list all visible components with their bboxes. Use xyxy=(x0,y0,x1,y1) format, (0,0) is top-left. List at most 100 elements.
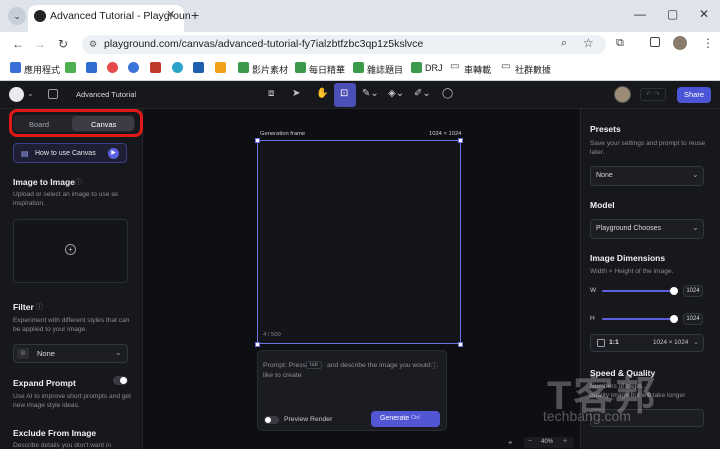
bookmark-folder-car[interactable]: 車轉載 xyxy=(464,63,491,76)
bookmark-favicon-icon[interactable] xyxy=(172,62,183,73)
toggle-knob xyxy=(265,417,271,423)
prompt-placeholder-c[interactable]: like to create xyxy=(263,372,302,379)
folder-icon: ▭ xyxy=(501,61,511,72)
pen-tool-icon[interactable]: ✐⌄ xyxy=(414,88,431,99)
bookmark-favicon-icon[interactable] xyxy=(150,62,161,73)
exclude-desc: Describe details you don't want in xyxy=(13,442,112,449)
sidebar-toggle-icon[interactable] xyxy=(650,37,660,47)
edit-frame-icon[interactable]: ⧈ xyxy=(268,88,274,99)
panel-toggle-icon[interactable] xyxy=(48,89,58,99)
filter-select[interactable] xyxy=(13,344,128,363)
info-icon[interactable]: ⓘ xyxy=(75,177,82,187)
browser-menu-icon[interactable]: ⋮ xyxy=(702,36,714,50)
resize-handle[interactable] xyxy=(255,138,260,143)
reload-icon[interactable]: ↻ xyxy=(58,37,68,51)
chevron-down-icon: ⌄ xyxy=(115,348,122,357)
bookmark-favicon-icon[interactable] xyxy=(215,62,226,73)
expand-prompt-title: Expand Prompt xyxy=(13,378,76,388)
bookmark-magazine[interactable]: 雜誌題目 xyxy=(367,63,403,76)
undo-redo-group[interactable]: ↶ ↷ xyxy=(640,88,666,101)
no-filter-icon: ⊘ xyxy=(17,348,29,359)
zoom-out-button[interactable]: − xyxy=(528,438,532,445)
zoom-in-button[interactable]: + xyxy=(563,438,567,445)
info-icon[interactable]: ⓘ xyxy=(431,361,438,371)
back-arrow-icon[interactable]: ← xyxy=(12,37,24,51)
exclude-title: Exclude From Image xyxy=(13,428,97,438)
prompt-placeholder-a[interactable]: Prompt: Press xyxy=(263,362,306,369)
bookmark-favicon-icon[interactable] xyxy=(411,62,422,73)
prompt-placeholder-b[interactable]: and describe the image you would xyxy=(327,362,430,369)
profile-avatar[interactable] xyxy=(673,36,687,50)
close-window-button[interactable]: ✕ xyxy=(699,7,709,21)
logo-chevron-icon[interactable]: ⌄ xyxy=(27,89,34,98)
presets-value: None xyxy=(596,172,613,179)
expand-prompt-desc: Use AI to improve short prompts and get … xyxy=(13,393,132,409)
tab-close-icon[interactable]: ✕ xyxy=(166,8,175,21)
model-title: Model xyxy=(590,200,615,210)
maximize-button[interactable]: ▢ xyxy=(667,7,678,21)
bookmark-favicon-icon[interactable] xyxy=(193,62,204,73)
project-title[interactable]: Advanced Tutorial xyxy=(76,90,136,99)
height-slider-fill xyxy=(602,318,674,320)
zoom-icon[interactable]: ⌕ xyxy=(561,37,567,50)
forward-arrow-icon[interactable]: → xyxy=(34,37,46,51)
select-cursor-icon[interactable]: ➤ xyxy=(292,88,300,99)
generate-label: Generate xyxy=(380,415,410,422)
model-value: Playground Chooses xyxy=(596,225,661,232)
tutorial-icon: ▤ xyxy=(21,149,29,158)
comment-icon[interactable]: ◯ xyxy=(442,88,453,99)
minimize-button[interactable]: — xyxy=(634,7,646,21)
site-info-icon[interactable]: ⚙ xyxy=(89,39,97,50)
bookmark-apps[interactable]: 應用程式 xyxy=(24,63,60,76)
width-input[interactable]: 1024 xyxy=(683,285,703,297)
bookmark-favicon-icon[interactable] xyxy=(238,62,249,73)
fill-tool-icon[interactable]: ◈⌄ xyxy=(388,88,404,99)
frame-label: Generation frame xyxy=(260,131,306,137)
bookmark-favicon-icon[interactable] xyxy=(295,62,306,73)
height-slider-handle[interactable] xyxy=(670,315,678,323)
brush-icon[interactable]: ✎⌄ xyxy=(362,88,379,99)
aspect-ratio-size: 1024 × 1024 xyxy=(653,339,689,346)
bookmark-daily[interactable]: 每日精華 xyxy=(309,63,345,76)
filter-desc: Experiment with different styles that ca… xyxy=(13,317,130,333)
image-to-image-title: Image to Image xyxy=(13,177,75,187)
presets-desc: Save your settings and prompt to reuse l… xyxy=(590,140,706,156)
info-icon[interactable]: ⓘ xyxy=(36,302,43,312)
resize-handle[interactable] xyxy=(255,342,260,347)
extensions-icon[interactable]: ⧉ xyxy=(616,37,624,50)
bookmark-star-icon[interactable]: ☆ xyxy=(583,36,594,50)
url-text[interactable]: playground.com/canvas/advanced-tutorial-… xyxy=(104,38,423,50)
add-image-icon[interactable]: + xyxy=(65,244,76,255)
height-input[interactable]: 1024 xyxy=(683,313,703,325)
tab-search-chevron-icon[interactable]: ⌄ xyxy=(8,7,26,25)
new-tab-button[interactable]: + xyxy=(191,7,199,23)
how-to-label: How to use Canvas xyxy=(35,150,96,157)
fit-view-icon[interactable]: ⌖ xyxy=(508,438,513,448)
bookmark-folder-social[interactable]: 社群數據 xyxy=(515,63,551,76)
bookmark-favicon-icon[interactable] xyxy=(128,62,139,73)
resize-handle[interactable] xyxy=(458,138,463,143)
generate-frame-icon[interactable]: ⊡ xyxy=(340,88,348,99)
bookmark-drj[interactable]: DRJ xyxy=(425,63,443,73)
bookmark-favicon-icon[interactable] xyxy=(86,62,97,73)
width-label: W xyxy=(590,287,597,294)
apps-grid-icon[interactable] xyxy=(10,62,21,73)
hand-pan-icon[interactable]: ✋ xyxy=(316,88,328,99)
bookmark-video-assets[interactable]: 影片素材 xyxy=(252,63,288,76)
width-slider-fill xyxy=(602,290,674,292)
generation-frame[interactable] xyxy=(257,140,461,344)
frame-size: 1024 × 1024 xyxy=(429,131,462,137)
ratio-lock-checkbox[interactable] xyxy=(597,339,605,347)
bookmark-favicon-icon[interactable] xyxy=(107,62,118,73)
user-avatar[interactable] xyxy=(614,86,631,103)
width-slider-handle[interactable] xyxy=(670,287,678,295)
playground-logo[interactable] xyxy=(9,87,24,102)
bookmark-favicon-icon[interactable] xyxy=(353,62,364,73)
resize-handle[interactable] xyxy=(458,342,463,347)
share-button[interactable]: Share xyxy=(677,87,711,103)
shortcut-hint: Ctrl xyxy=(411,415,420,421)
zoom-level: 40% xyxy=(541,439,554,445)
folder-icon: ▭ xyxy=(450,61,460,72)
bookmark-favicon-icon[interactable] xyxy=(65,62,76,73)
toggle-knob xyxy=(120,377,127,384)
